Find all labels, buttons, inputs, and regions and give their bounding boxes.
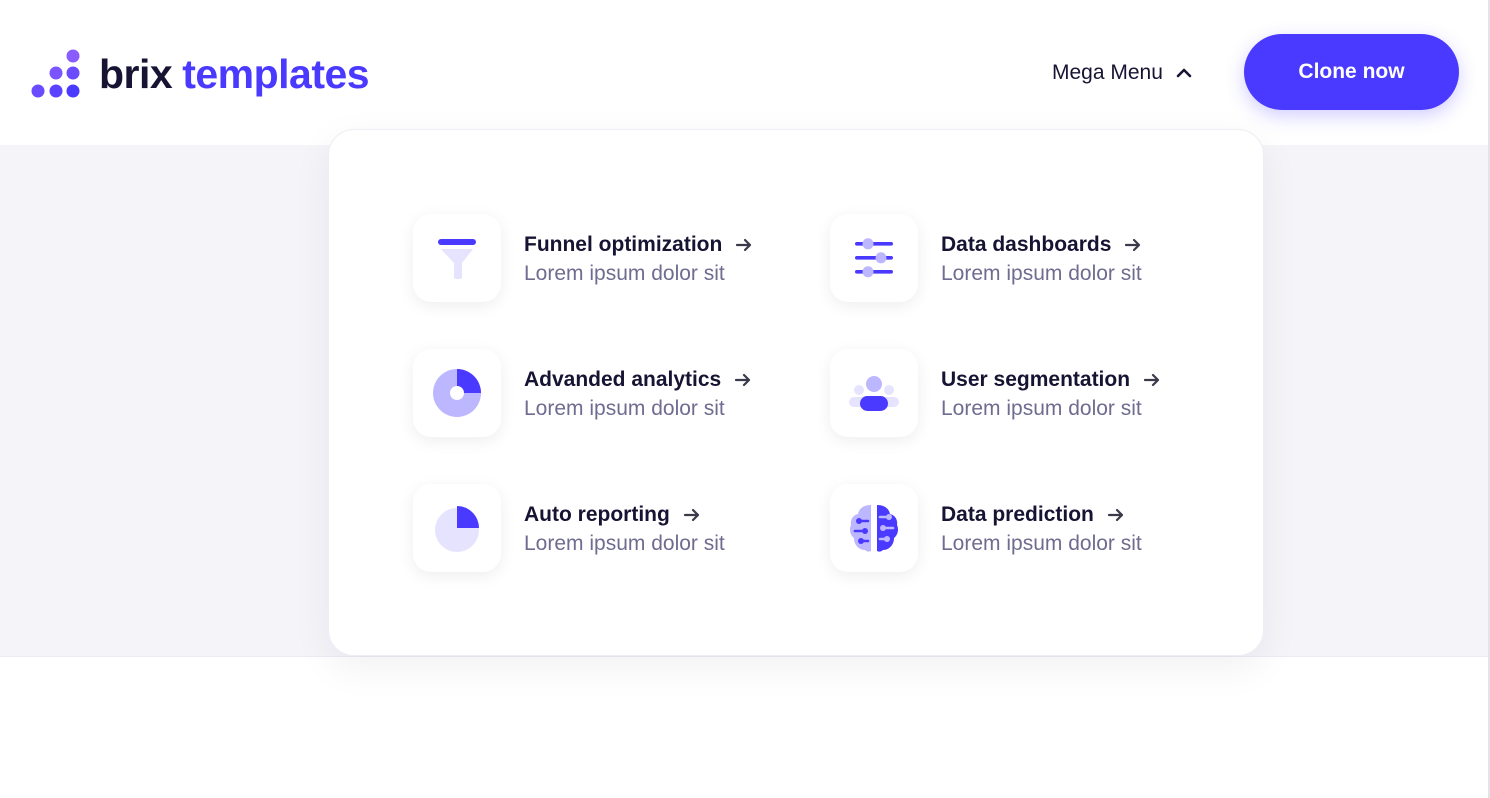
menu-item-description: Lorem ipsum dolor sit (941, 397, 1142, 420)
icon-box (413, 214, 501, 302)
funnel-icon (438, 239, 476, 279)
arrow-right-icon (735, 373, 751, 387)
donut-chart-icon (433, 369, 481, 417)
chevron-up-icon (1176, 68, 1192, 78)
arrow-right-icon (683, 508, 699, 522)
mega-menu-label: Mega Menu (1052, 61, 1163, 84)
sliders-icon (855, 238, 893, 278)
mega-menu-dropdown: Funnel optimization Lorem ipsum dolor si… (328, 129, 1264, 656)
brand-logo[interactable]: brix templates (30, 46, 370, 102)
pie-chart-icon (435, 506, 479, 552)
arrow-right-icon (736, 238, 752, 252)
arrow-right-icon (1125, 238, 1141, 252)
arrow-right-icon (1143, 373, 1160, 387)
menu-item-description: Lorem ipsum dolor sit (524, 262, 725, 285)
icon-box (830, 214, 918, 302)
menu-item-description: Lorem ipsum dolor sit (524, 397, 725, 420)
icon-box (830, 349, 918, 437)
menu-item-user-segmentation[interactable]: User segmentation Lorem ipsum dolor sit (830, 349, 1210, 437)
menu-item-title: User segmentation (941, 368, 1131, 391)
icon-box (830, 484, 918, 572)
menu-item-title: Auto reporting (524, 503, 670, 526)
menu-item-funnel-optimization[interactable]: Funnel optimization Lorem ipsum dolor si… (413, 214, 793, 302)
menu-item-data-dashboards[interactable]: Data dashboards Lorem ipsum dolor sit (830, 214, 1210, 302)
menu-item-title: Advanded analytics (524, 368, 722, 391)
brand-word-brix: brix (99, 50, 173, 97)
menu-item-auto-reporting[interactable]: Auto reporting Lorem ipsum dolor sit (413, 484, 793, 572)
mega-menu-toggle[interactable]: Mega Menu (1052, 58, 1193, 88)
menu-item-title: Data prediction (941, 503, 1094, 526)
icon-box (413, 484, 501, 572)
dots-logo-icon (31, 49, 80, 98)
menu-item-description: Lorem ipsum dolor sit (941, 262, 1142, 285)
menu-item-description: Lorem ipsum dolor sit (524, 532, 725, 555)
menu-item-data-prediction[interactable]: Data prediction Lorem ipsum dolor sit (830, 484, 1210, 572)
menu-item-advanced-analytics[interactable]: Advanded analytics Lorem ipsum dolor sit (413, 349, 793, 437)
menu-item-description: Lorem ipsum dolor sit (941, 532, 1142, 555)
menu-item-title: Data dashboards (941, 233, 1112, 256)
user-group-icon (849, 376, 899, 411)
clone-now-button[interactable]: Clone now (1244, 34, 1459, 110)
arrow-right-icon (1107, 508, 1123, 522)
icon-box (413, 349, 501, 437)
menu-item-title: Funnel optimization (524, 233, 723, 256)
brand-word-templates: templates (182, 50, 370, 97)
brain-icon (850, 505, 898, 552)
